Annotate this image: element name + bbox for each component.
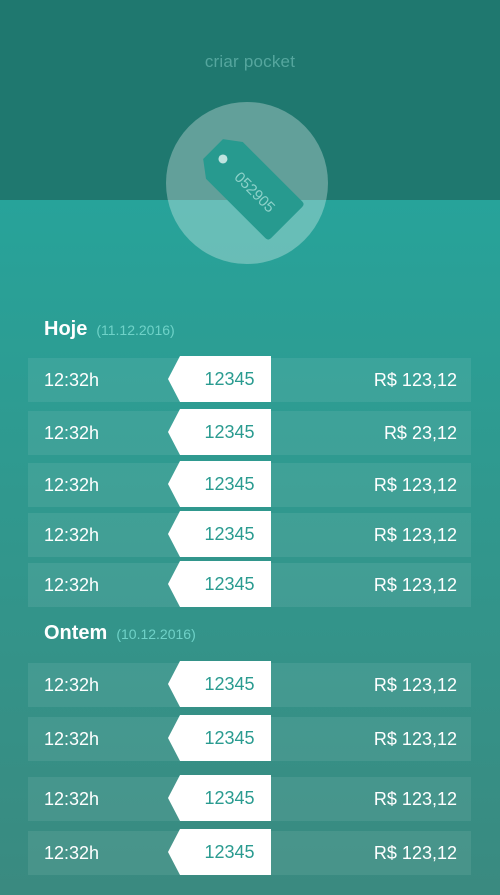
transaction-row[interactable]: 12:32h 12345 R$ 123,12 — [28, 661, 471, 707]
row-time: 12:32h — [44, 789, 100, 809]
row-code: 12345 — [204, 422, 255, 442]
code-tag[interactable]: 12345 — [168, 775, 271, 821]
row-amount: R$ 123,12 — [373, 729, 457, 749]
transaction-row[interactable]: 12:32h 12345 R$ 123,12 — [28, 356, 471, 402]
row-time: 12:32h — [44, 423, 100, 443]
row-time: 12:32h — [44, 729, 100, 749]
header-title[interactable]: criar pocket — [0, 52, 500, 72]
row-code: 12345 — [204, 842, 255, 862]
transaction-row[interactable]: 12:32h 12345 R$ 123,12 — [28, 829, 471, 875]
row-time: 12:32h — [44, 475, 100, 495]
row-amount: R$ 123,12 — [373, 575, 457, 595]
row-code: 12345 — [204, 524, 255, 544]
row-amount: R$ 123,12 — [373, 475, 457, 495]
section-date: (11.12.2016) — [96, 322, 175, 338]
transaction-row[interactable]: 12:32h 12345 R$ 123,12 — [28, 511, 471, 557]
row-code: 12345 — [204, 788, 255, 808]
row-amount: R$ 23,12 — [383, 423, 457, 443]
row-time: 12:32h — [44, 843, 100, 863]
code-tag[interactable]: 12345 — [168, 461, 271, 507]
code-tag[interactable]: 12345 — [168, 511, 271, 557]
code-tag[interactable]: 12345 — [168, 409, 271, 455]
section-name: Ontem — [44, 622, 108, 644]
transaction-row[interactable]: 12:32h 12345 R$ 123,12 — [28, 775, 471, 821]
code-tag[interactable]: 12345 — [168, 356, 271, 402]
row-amount: R$ 123,12 — [373, 789, 457, 809]
transaction-row[interactable]: 12:32h 12345 R$ 123,12 — [28, 561, 471, 607]
transaction-row[interactable]: 12:32h 12345 R$ 123,12 — [28, 715, 471, 761]
code-tag[interactable]: 12345 — [168, 661, 271, 707]
transaction-row[interactable]: 12:32h 12345 R$ 23,12 — [28, 409, 471, 455]
section-header: Hoje (11.12.2016) — [44, 318, 175, 344]
row-code: 12345 — [204, 728, 255, 748]
row-code: 12345 — [204, 574, 255, 594]
section-header: Ontem (10.12.2016) — [44, 622, 196, 648]
section-date: (10.12.2016) — [116, 626, 196, 642]
row-code: 12345 — [204, 369, 255, 389]
code-tag[interactable]: 12345 — [168, 561, 271, 607]
row-time: 12:32h — [44, 370, 100, 390]
row-time: 12:32h — [44, 525, 100, 545]
code-tag[interactable]: 12345 — [168, 715, 271, 761]
create-pocket-button[interactable]: 052905 — [166, 102, 328, 264]
row-amount: R$ 123,12 — [373, 675, 457, 695]
row-time: 12:32h — [44, 575, 100, 595]
row-code: 12345 — [204, 674, 255, 694]
price-tag-icon: 052905 — [203, 139, 304, 240]
code-tag[interactable]: 12345 — [168, 829, 271, 875]
row-amount: R$ 123,12 — [373, 370, 457, 390]
transaction-row[interactable]: 12:32h 12345 R$ 123,12 — [28, 461, 471, 507]
row-amount: R$ 123,12 — [373, 525, 457, 545]
row-amount: R$ 123,12 — [373, 843, 457, 863]
row-time: 12:32h — [44, 675, 100, 695]
section-name: Hoje — [44, 318, 88, 340]
row-code: 12345 — [204, 474, 255, 494]
